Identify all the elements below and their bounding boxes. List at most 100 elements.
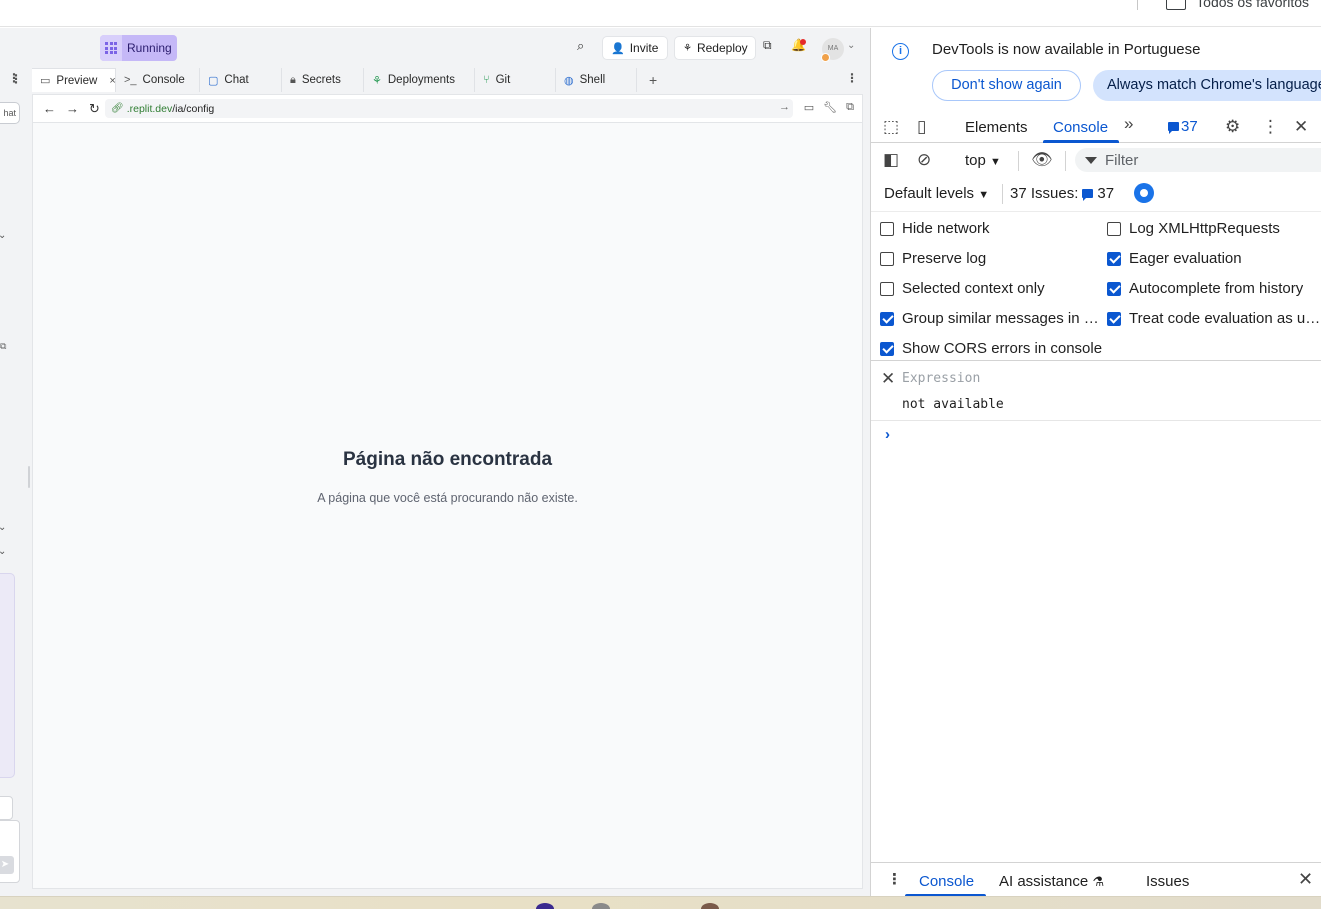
- avatar-status-dot: [821, 53, 830, 62]
- tab-deployments[interactable]: ⚘ Deployments: [364, 68, 475, 92]
- taskbar-app-icon[interactable]: [536, 903, 554, 909]
- forward-icon[interactable]: →: [66, 101, 79, 116]
- pane-resize-handle[interactable]: [28, 466, 30, 488]
- setting-treat-code-user-action[interactable]: Treat code evaluation as user action: [1107, 310, 1321, 327]
- issues-badge[interactable]: 37: [1168, 118, 1198, 135]
- eager-evaluation-checkbox[interactable]: [1107, 251, 1121, 266]
- group-similar-checkbox[interactable]: [880, 311, 894, 326]
- drawer-tab-console[interactable]: Console: [919, 873, 974, 890]
- close-icon[interactable]: ✕: [881, 369, 895, 389]
- setting-label: Autocomplete from history: [1129, 280, 1304, 297]
- setting-selected-context[interactable]: Selected context only: [880, 280, 1100, 297]
- setting-label: Eager evaluation: [1129, 250, 1242, 267]
- left-input-box[interactable]: [0, 796, 13, 820]
- preserve-log-checkbox[interactable]: [880, 251, 894, 266]
- open-external-icon[interactable]: ⧉: [0, 341, 6, 352]
- sidebar-toggle-icon[interactable]: ◧: [883, 150, 899, 170]
- tab-git[interactable]: ⑂ Git: [475, 68, 556, 92]
- setting-autocomplete-history[interactable]: Autocomplete from history: [1107, 280, 1321, 297]
- invite-button[interactable]: 👤 Invite: [602, 36, 668, 60]
- search-icon[interactable]: ⌕: [577, 38, 584, 54]
- setting-log-xhr[interactable]: Log XMLHttpRequests: [1107, 220, 1321, 237]
- issues-label: 37 Issues:: [1010, 185, 1079, 202]
- close-icon[interactable]: ✕: [1294, 117, 1308, 137]
- setting-cors-errors[interactable]: Show CORS errors in console: [880, 340, 1105, 357]
- inspect-element-icon[interactable]: ⬚: [883, 117, 899, 137]
- back-icon[interactable]: ←: [43, 101, 56, 116]
- console-settings-gear-icon[interactable]: [1134, 183, 1154, 203]
- setting-eager-evaluation[interactable]: Eager evaluation: [1107, 250, 1321, 267]
- bookmark-separator: [1137, 0, 1138, 10]
- run-status-button[interactable]: Running: [100, 35, 177, 61]
- taskbar-app-icon[interactable]: [592, 903, 610, 909]
- left-pill-button[interactable]: hat: [0, 102, 20, 124]
- dropdown-arrow-icon: ▼: [978, 189, 990, 201]
- log-xhr-checkbox[interactable]: [1107, 221, 1121, 236]
- go-arrow-icon[interactable]: →: [779, 101, 790, 113]
- devtools-drawer-tabs: ⋮ Console AI assistance ⚗ Issues ✕: [871, 862, 1321, 897]
- gear-icon[interactable]: ⚙: [1225, 117, 1240, 137]
- tab-console-label: Console: [142, 74, 185, 86]
- eye-icon[interactable]: 👁︎: [1031, 150, 1053, 170]
- more-options-icon[interactable]: ⋮: [1262, 117, 1279, 137]
- bookmark-folder-all[interactable]: Todos os favoritos: [1166, 0, 1309, 10]
- redeploy-button[interactable]: ⚘ Redeploy: [674, 36, 756, 60]
- log-levels-select[interactable]: Default levels ▼: [884, 185, 989, 202]
- active-tab-indicator: [1043, 140, 1119, 143]
- send-icon[interactable]: ➤: [0, 856, 14, 874]
- add-tab-icon[interactable]: +: [649, 72, 657, 88]
- console-prompt-icon[interactable]: ›: [885, 426, 890, 443]
- tab-chat[interactable]: ▢ Chat: [200, 68, 282, 92]
- expression-input[interactable]: Expression: [902, 371, 980, 386]
- wrench-icon[interactable]: 🔧︎: [823, 101, 837, 114]
- context-select[interactable]: top ▼: [965, 152, 1001, 169]
- issues-counter[interactable]: 37 Issues: 37: [1010, 185, 1114, 202]
- selected-context-checkbox[interactable]: [880, 281, 894, 296]
- notification-dot: [800, 39, 806, 45]
- copy-icon[interactable]: ⧉: [763, 38, 772, 53]
- more-options-icon[interactable]: ⋮: [8, 71, 20, 85]
- setting-preserve-log[interactable]: Preserve log: [880, 250, 1100, 267]
- more-options-icon[interactable]: ⋮: [846, 71, 858, 85]
- close-icon[interactable]: ✕: [1298, 869, 1313, 890]
- tab-console[interactable]: Console: [1053, 119, 1108, 136]
- chevron-down-icon[interactable]: ⌄: [847, 40, 855, 51]
- drawer-tab-ai-assistance[interactable]: AI assistance ⚗: [999, 873, 1104, 890]
- grid-icon: [100, 35, 122, 61]
- cors-errors-checkbox[interactable]: [880, 341, 894, 356]
- tab-shell[interactable]: ◍ Shell: [556, 68, 637, 92]
- filter-input[interactable]: Filter: [1075, 148, 1321, 172]
- reload-icon[interactable]: ↻: [89, 101, 100, 117]
- close-icon[interactable]: ×: [109, 75, 115, 87]
- chevron-down-icon[interactable]: ⌄: [0, 230, 6, 241]
- tab-console[interactable]: >_ Console: [116, 68, 200, 92]
- replit-header: Running ⌕ 👤 Invite ⚘ Redeploy ⧉ 🔔 MA ⌄: [24, 28, 870, 68]
- chevron-down-icon[interactable]: ⌄: [0, 522, 6, 533]
- open-new-tab-icon[interactable]: ⧉: [846, 101, 854, 114]
- tab-secrets[interactable]: 🔒︎ Secrets: [282, 68, 364, 92]
- more-tabs-icon[interactable]: »: [1124, 114, 1133, 134]
- chevron-down-icon[interactable]: ⌄: [0, 546, 6, 557]
- devtools-panel: i DevTools is now available in Portugues…: [870, 28, 1321, 897]
- setting-hide-network[interactable]: Hide network: [880, 220, 1100, 237]
- dont-show-again-button[interactable]: Don't show again: [932, 70, 1081, 101]
- tab-preview[interactable]: ▭ Preview ×: [32, 68, 116, 92]
- clear-console-icon[interactable]: ⊘: [917, 150, 931, 170]
- always-match-language-button[interactable]: Always match Chrome's language: [1093, 70, 1321, 101]
- treat-code-checkbox[interactable]: [1107, 311, 1121, 326]
- more-options-icon[interactable]: ⋮: [887, 870, 902, 888]
- deploy-icon: ⚘: [683, 42, 692, 54]
- chat-icon: ▢: [208, 74, 219, 87]
- setting-group-similar[interactable]: Group similar messages in console: [880, 310, 1100, 327]
- hide-network-checkbox[interactable]: [880, 221, 894, 236]
- taskbar-app-icon[interactable]: [701, 903, 719, 909]
- console-toolbar: ◧ ⊘ top ▼ 👁︎ Filter: [871, 144, 1321, 177]
- device-toolbar-icon[interactable]: ▯: [917, 117, 926, 137]
- device-icon[interactable]: ▭: [804, 101, 814, 114]
- url-input[interactable]: 🔗︎ .replit.dev /ia/config: [105, 99, 793, 118]
- autocomplete-history-checkbox[interactable]: [1107, 281, 1121, 296]
- drawer-tab-issues[interactable]: Issues: [1146, 873, 1189, 890]
- tab-elements[interactable]: Elements: [965, 119, 1028, 136]
- setting-label: Hide network: [902, 220, 990, 237]
- setting-label: Selected context only: [902, 280, 1045, 297]
